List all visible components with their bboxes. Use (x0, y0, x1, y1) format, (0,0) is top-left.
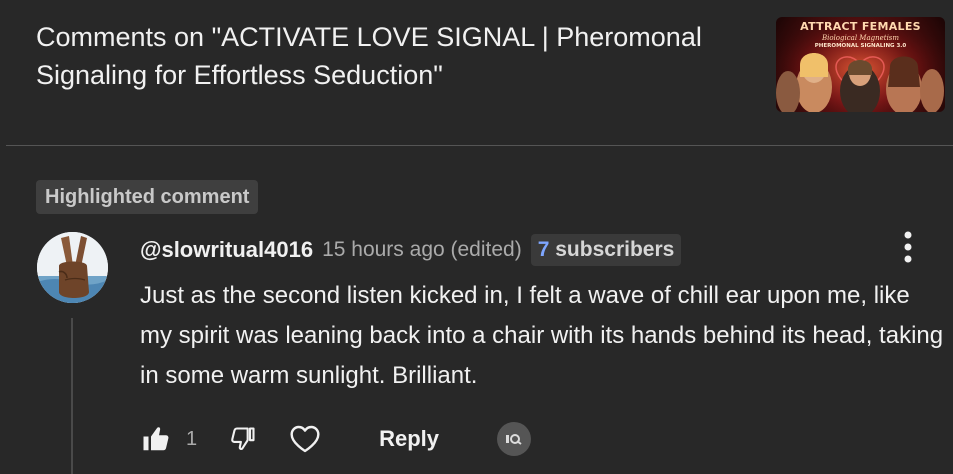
thumbs-down-icon (231, 427, 255, 450)
creator-avatar (497, 422, 532, 456)
subscriber-count: 7 (537, 238, 550, 261)
dislike-button[interactable] (227, 423, 259, 455)
channel-logo-icon (506, 434, 522, 445)
thumbnail-caption: PHEROMONAL SIGNALING 3.0 (814, 43, 907, 49)
heart-button[interactable] (289, 423, 321, 455)
highlighted-comment-badge: Highlighted comment (36, 180, 259, 214)
reply-thread-line (71, 318, 73, 474)
reply-button[interactable]: Reply (379, 426, 439, 452)
comment-author[interactable]: @slowritual4016 (140, 237, 313, 263)
like-button[interactable] (140, 423, 172, 455)
comment-body: Just as the second listen kicked in, I f… (140, 282, 944, 389)
heart-icon (290, 425, 320, 453)
thumbnail-title: ATTRACT FEMALES (800, 20, 921, 33)
thumbs-up-filled-icon (143, 427, 169, 451)
thumbnail-subtitle: Biological Magnetism (821, 34, 900, 42)
video-thumbnail[interactable]: ATTRACT FEMALES Biological Magnetism PHE… (776, 17, 945, 112)
page-title: Comments on "ACTIVATE LOVE SIGNAL | Pher… (36, 22, 702, 90)
comment-actions: 1 Reply (140, 418, 532, 460)
subscriber-label: subscribers (555, 238, 675, 261)
comment-header: @slowritual4016 15 hours ago (edited) 7 … (140, 233, 682, 267)
avatar[interactable] (37, 232, 108, 303)
comments-panel: t Comments on "ACTIVATE LOVE SIGNAL | Ph… (0, 0, 953, 474)
comment-timestamp[interactable]: 15 hours ago (edited) (322, 238, 522, 262)
header-divider (6, 145, 953, 146)
more-actions-button[interactable] (894, 230, 922, 264)
vertical-dots-icon (904, 231, 912, 263)
subscriber-count-badge: 7 subscribers (530, 234, 682, 266)
like-count: 1 (186, 427, 198, 450)
peace-sign-hand-icon (37, 232, 108, 303)
